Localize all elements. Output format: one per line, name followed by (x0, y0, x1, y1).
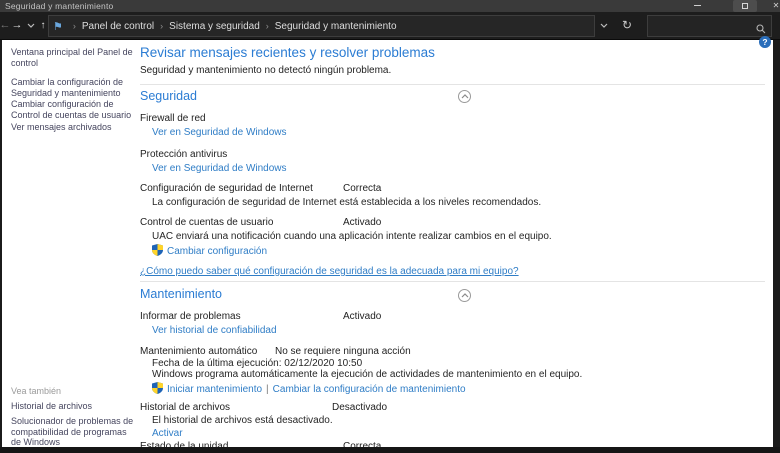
section-divider (140, 281, 765, 282)
collapse-maintenance-button[interactable] (458, 289, 471, 302)
security-help-link[interactable]: ¿Cómo puedo saber qué configuración de s… (140, 266, 519, 277)
crumb-separator: › (160, 21, 164, 31)
search-input[interactable] (651, 17, 751, 35)
internet-security-detail: La configuración de seguridad de Interne… (152, 197, 542, 208)
sidebar-item-archived-messages[interactable]: Ver mensajes archivados (11, 122, 112, 133)
start-maintenance-link[interactable]: Iniciar mantenimiento (167, 384, 262, 395)
window-right-edge (773, 40, 780, 453)
firewall-row-title: Firewall de red (140, 113, 206, 124)
breadcrumb-item-security-maintenance[interactable]: Seguridad y mantenimiento (275, 21, 397, 32)
report-problems-status: Activado (343, 311, 382, 322)
search-box (647, 15, 772, 37)
sidebar-item-control-panel-home[interactable]: Ventana principal del Panel de control (11, 47, 137, 68)
uac-row-title: Control de cuentas de usuario (140, 217, 274, 228)
breadcrumb-item-control-panel[interactable]: Panel de control (82, 21, 154, 32)
reliability-history-link[interactable]: Ver historial de confiabilidad (152, 325, 277, 336)
antivirus-row-title: Protección antivirus (140, 149, 228, 160)
sidebar-item-change-uac-settings[interactable]: Cambiar configuración de Control de cuen… (11, 99, 137, 120)
window-bottom-edge (0, 447, 780, 453)
refresh-icon[interactable]: ↻ (614, 12, 640, 40)
report-problems-row-title: Informar de problemas (140, 311, 241, 322)
minimize-icon (693, 5, 701, 7)
security-flag-icon: ⚑ (53, 20, 63, 33)
crumb-separator: › (265, 21, 269, 31)
minimize-button[interactable] (687, 0, 707, 12)
main-panel: Revisar mensajes recientes y resolver pr… (140, 40, 773, 447)
address-dropdown-chevron-icon[interactable] (596, 12, 612, 40)
auto-maintenance-last-run: Fecha de la última ejecución: 02/12/2020… (152, 358, 363, 369)
sidebar-item-compatibility-troubleshooter[interactable]: Solucionador de problemas de compatibili… (11, 416, 137, 447)
chevron-up-icon (461, 293, 468, 298)
help-button[interactable]: ? (759, 36, 771, 48)
uac-action-line: Cambiar configuración (152, 244, 267, 259)
auto-maintenance-action-line: Iniciar mantenimiento | Cambiar la confi… (152, 382, 466, 397)
auto-maintenance-status: No se requiere ninguna acción (275, 346, 411, 357)
close-button[interactable]: ✕ (766, 0, 780, 12)
maintenance-section-header: Mantenimiento (140, 287, 222, 301)
window-title: Seguridad y mantenimiento (5, 1, 114, 11)
uac-detail: UAC enviará una notificación cuando una … (152, 231, 552, 242)
auto-maintenance-description: Windows programa automáticamente la ejec… (152, 369, 583, 380)
auto-maintenance-row-title: Mantenimiento automático (140, 346, 258, 357)
file-history-row-title: Historial de archivos (140, 402, 231, 413)
navigation-bar: ← → ↑ ⚑ › Panel de control › Sistema y s… (0, 12, 780, 40)
sidebar-item-change-security-settings[interactable]: Cambiar la configuración de Seguridad y … (11, 77, 137, 98)
breadcrumb-item-system-security[interactable]: Sistema y seguridad (169, 21, 260, 32)
uac-status: Activado (343, 217, 382, 228)
antivirus-view-link[interactable]: Ver en Seguridad de Windows (152, 163, 287, 174)
collapse-security-button[interactable] (458, 90, 471, 103)
change-maintenance-settings-link[interactable]: Cambiar la configuración de mantenimient… (273, 384, 466, 395)
file-history-activate-link[interactable]: Activar (152, 428, 183, 439)
file-history-detail: El historial de archivos está desactivad… (152, 415, 333, 426)
uac-shield-icon (152, 244, 163, 259)
see-also-header: Vea también (11, 386, 62, 396)
page-subtitle: Seguridad y mantenimiento no detectó nin… (140, 65, 392, 76)
internet-security-status: Correcta (343, 183, 382, 194)
content-area: Ventana principal del Panel de control C… (2, 40, 773, 447)
recent-pages-chevron-icon[interactable] (26, 12, 36, 40)
maximize-button[interactable] (733, 0, 757, 12)
maximize-icon (742, 2, 748, 9)
section-divider (140, 84, 765, 85)
file-history-status: Desactivado (332, 402, 388, 413)
crumb-separator: › (72, 21, 76, 31)
internet-security-row-title: Configuración de seguridad de Internet (140, 183, 313, 194)
sidebar: Ventana principal del Panel de control C… (11, 40, 137, 447)
chevron-up-icon (461, 94, 468, 99)
security-section-header: Seguridad (140, 89, 197, 103)
breadcrumb[interactable]: ⚑ › Panel de control › Sistema y segurid… (48, 15, 595, 37)
firewall-view-link[interactable]: Ver en Seguridad de Windows (152, 127, 287, 138)
sidebar-item-file-history[interactable]: Historial de archivos (11, 401, 92, 412)
uac-change-settings-link[interactable]: Cambiar configuración (167, 246, 267, 257)
page-title: Revisar mensajes recientes y resolver pr… (140, 45, 435, 60)
link-separator: | (266, 384, 269, 395)
titlebar: Seguridad y mantenimiento ✕ (0, 0, 780, 12)
uac-shield-icon (152, 382, 163, 397)
forward-icon[interactable]: → (9, 12, 25, 40)
